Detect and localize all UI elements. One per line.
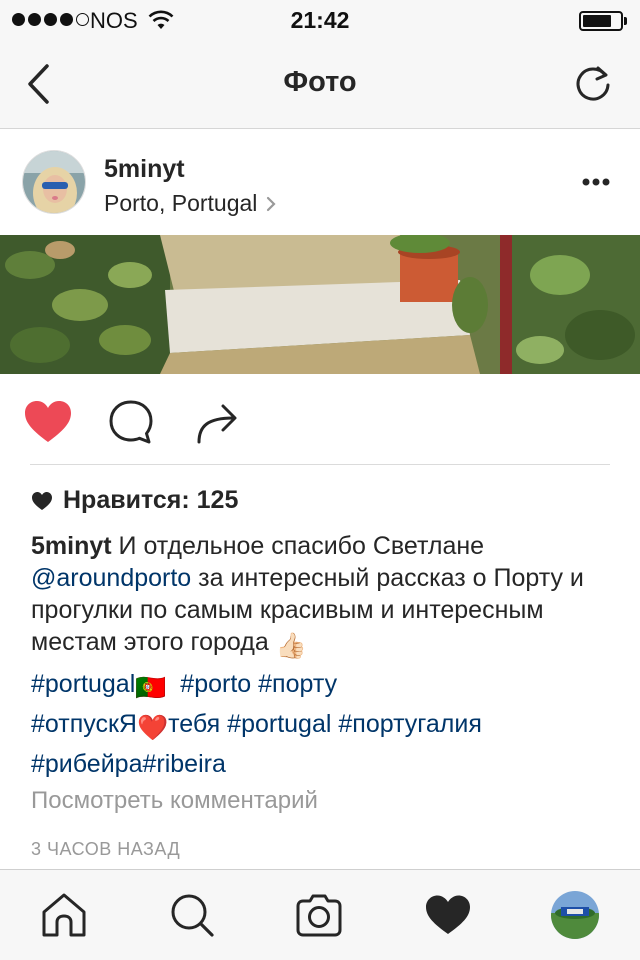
share-icon[interactable] [195, 398, 239, 446]
hashtag-link[interactable]: #отпускЯ [31, 710, 137, 738]
avatar[interactable] [22, 150, 86, 214]
hashtag-link[interactable]: #ribeira [143, 750, 226, 778]
home-icon[interactable] [39, 892, 89, 938]
hashtag-link[interactable]: #португалия [338, 710, 482, 738]
location-label: Porto, Portugal [104, 190, 258, 216]
hashtag-link[interactable]: #porto [180, 670, 251, 698]
like-heart-icon[interactable] [23, 398, 73, 446]
refresh-icon[interactable] [572, 63, 614, 105]
small-heart-icon [32, 491, 52, 510]
battery-tip [624, 17, 627, 25]
likes-count[interactable]: Нравится: 125 [31, 486, 238, 515]
red-heart-emoji: ❤️ [136, 714, 169, 742]
hashtags: #portugal🇵🇹 #porto #порту #отпускЯ❤️тебя … [31, 666, 621, 782]
page-title: Фото [283, 66, 357, 98]
search-icon[interactable] [167, 892, 217, 938]
post-username[interactable]: 5minyt [104, 155, 185, 184]
more-options-icon[interactable] [578, 170, 614, 194]
hashtag-link[interactable]: #рибейра [31, 750, 143, 778]
post-location[interactable]: Porto, Portugal [104, 190, 277, 217]
comment-icon[interactable] [107, 398, 155, 446]
hashtag-link[interactable]: #portugal [31, 670, 135, 698]
caption-username[interactable]: 5minyt [31, 532, 112, 560]
battery-icon [579, 11, 623, 31]
caption-text: И отдельное спасибо Светлане [111, 532, 485, 560]
likes-label: Нравится: 125 [63, 486, 239, 514]
post-photo[interactable] [0, 235, 640, 374]
chevron-right-icon [267, 196, 276, 211]
hashtag-link-suffix[interactable]: тебя [168, 710, 220, 738]
activity-heart-icon[interactable] [423, 892, 473, 938]
clock: 21:42 [290, 7, 350, 33]
post-caption: 5minyt И отдельное спасибо Светлане @arou… [31, 530, 616, 662]
hashtag-link[interactable]: #portugal [227, 710, 331, 738]
profile-avatar[interactable] [551, 891, 599, 939]
status-bar: NOS 21:42 [0, 0, 640, 40]
portugal-flag-emoji: 🇵🇹 [135, 674, 167, 702]
mention-link[interactable]: @aroundporto [31, 564, 191, 592]
post-timestamp: 3 ЧАСОВ НАЗАД [31, 839, 181, 859]
view-comments-link[interactable]: Посмотреть комментарий [31, 787, 318, 815]
camera-icon[interactable] [294, 892, 344, 938]
navigation-bar: Фото [0, 40, 640, 129]
divider [30, 464, 610, 465]
hashtag-link[interactable]: #порту [258, 670, 337, 698]
thumbs-up-emoji: 👍🏻 [275, 632, 307, 660]
tab-bar [0, 869, 640, 960]
